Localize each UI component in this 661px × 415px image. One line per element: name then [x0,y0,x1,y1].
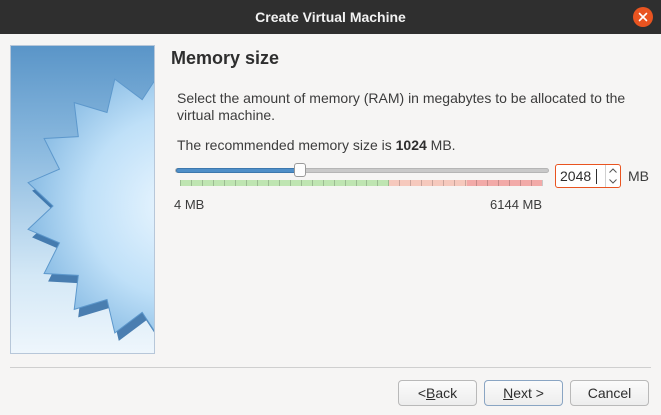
memory-min-label: 4 MB [174,197,205,212]
back-button-suffix: ack [435,385,458,401]
description-text: Select the amount of memory (RAM) in meg… [177,90,626,123]
scale-tick [531,180,532,186]
scale-tick [312,180,313,186]
next-button[interactable]: Next > [484,380,563,406]
scale-tick [213,180,214,186]
zone-recommended [180,180,389,186]
chevron-up-icon [609,168,617,173]
scale-tick [377,180,378,186]
memory-max-label: 6144 MB [490,197,543,212]
zone-warning [389,180,467,186]
scale-tick [356,180,357,186]
next-button-mnemonic: N [503,385,514,401]
scale-tick [498,180,499,186]
close-icon [638,12,648,22]
wizard-illustration [10,45,155,354]
scale-tick [410,180,411,186]
title-bar: Create Virtual Machine [0,0,661,34]
scale-tick [290,180,291,186]
text-cursor [596,169,597,184]
scale-tick [520,180,521,186]
scale-tick [476,180,477,186]
back-button-prefix: < [417,385,427,401]
memory-slider-handle[interactable] [294,163,306,177]
scale-tick [301,180,302,186]
scale-tick [202,180,203,186]
back-button[interactable]: < Back [398,380,477,406]
scale-tick [509,180,510,186]
memory-slider-fill [176,168,301,173]
scale-tick [443,180,444,186]
scale-tick [345,180,346,186]
scale-tick [268,180,269,186]
close-button[interactable] [633,7,653,27]
scale-tick [432,180,433,186]
scale-tick [235,180,236,186]
scale-tick [323,180,324,186]
starburst-graphic [27,78,154,341]
scale-tick [257,180,258,186]
recommend-suffix: MB. [426,137,456,153]
button-separator [10,367,651,368]
scale-tick [366,180,367,186]
scale-tick [279,180,280,186]
recommend-prefix: The recommended memory size is [177,137,396,153]
recommend-value: 1024 [395,137,427,153]
next-button-suffix: ext > [513,385,544,401]
spin-buttons [605,165,620,187]
scale-tick [487,180,488,186]
spin-up-button[interactable] [606,165,620,176]
cancel-button[interactable]: Cancel [570,380,649,406]
scale-tick [180,180,181,186]
scale-tick [399,180,400,186]
scale-tick [246,180,247,186]
scale-tick [421,180,422,186]
memory-zone-scale [180,180,543,186]
scale-tick [334,180,335,186]
scale-tick [542,180,543,186]
scale-tick [191,180,192,186]
page-title: Memory size [171,48,280,68]
memory-spinbox[interactable] [555,164,621,188]
scale-tick [224,180,225,186]
back-button-mnemonic: B [426,385,436,401]
scale-tick [454,180,455,186]
spin-down-button[interactable] [606,176,620,187]
chevron-down-icon [609,179,617,184]
recommendation-text: The recommended memory size is 1024 MB. [177,137,456,153]
scale-tick [465,180,466,186]
window-title: Create Virtual Machine [255,9,406,25]
memory-slider-track[interactable] [175,168,549,173]
scale-tick [388,180,389,186]
memory-unit-label: MB [628,168,649,184]
